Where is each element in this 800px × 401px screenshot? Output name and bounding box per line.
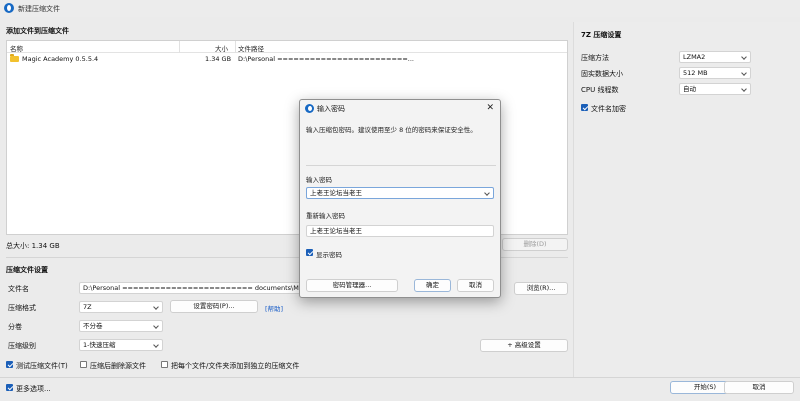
solid-size-select[interactable]: 512 MB xyxy=(679,67,751,79)
level-value: 1-快速压缩 xyxy=(83,341,116,349)
chevron-down-icon xyxy=(153,323,159,329)
password-label: 输入密码 xyxy=(306,176,332,184)
test-archive-label: 测试压缩文件(T) xyxy=(16,362,68,370)
level-label: 压缩级别 xyxy=(8,342,36,350)
more-options-checkbox[interactable] xyxy=(6,384,13,391)
encrypt-names-label: 文件名加密 xyxy=(591,105,626,113)
reenter-password-input[interactable]: 上老王论坛当老王 xyxy=(306,225,494,237)
dialog-hint: 输入压缩包密码。建议使用至少 8 位的密码来保证安全性。 xyxy=(306,126,477,134)
filename-label: 文件名 xyxy=(8,285,29,293)
advanced-settings-button[interactable]: + 高级设置 xyxy=(480,339,568,352)
solid-size-value: 512 MB xyxy=(683,69,708,77)
encrypt-names-checkbox[interactable] xyxy=(581,104,588,111)
ok-button[interactable]: 确定 xyxy=(414,279,451,292)
show-password-checkbox[interactable] xyxy=(306,249,313,256)
seven-z-title: 7Z 压缩设置 xyxy=(581,31,622,39)
separate-archives-checkbox[interactable] xyxy=(161,361,168,368)
split-label: 分卷 xyxy=(8,323,22,331)
method-label: 压缩方法 xyxy=(581,54,609,62)
column-header-path[interactable]: 文件路径 xyxy=(238,43,264,53)
settings-section-title: 压缩文件设置 xyxy=(6,266,48,274)
show-password-label: 显示密码 xyxy=(316,251,342,259)
window-title: 新建压缩文件 xyxy=(18,5,60,13)
browse-button[interactable]: 浏览(R)... xyxy=(514,282,568,295)
dialog-cancel-button[interactable]: 取消 xyxy=(457,279,494,292)
cpu-threads-select[interactable]: 自动 xyxy=(679,83,751,95)
method-value: LZMA2 xyxy=(683,53,706,61)
file-list-header: 名称 大小 文件路径 xyxy=(7,41,567,53)
solid-size-label: 固实数据大小 xyxy=(581,70,623,78)
format-value: 7Z xyxy=(83,303,92,311)
close-icon[interactable]: ✕ xyxy=(486,103,494,113)
password-input[interactable]: 上老王论坛当老王 xyxy=(306,187,494,199)
cancel-button[interactable]: 取消 xyxy=(724,381,794,394)
split-select[interactable]: 不分卷 xyxy=(79,320,163,332)
chevron-down-icon xyxy=(741,86,747,92)
cpu-threads-value: 自动 xyxy=(683,85,696,93)
test-archive-checkbox[interactable] xyxy=(6,361,13,368)
separate-archives-label: 把每个文件/文件夹添加到独立的压缩文件 xyxy=(171,362,300,370)
total-size: 总大小: 1.34 GB xyxy=(6,242,60,250)
row-name: Magic Academy 0.5.5.4 xyxy=(22,55,99,63)
format-label: 压缩格式 xyxy=(8,304,36,312)
password-manager-button[interactable]: 密码管理器... xyxy=(306,279,398,292)
app-logo-icon xyxy=(4,3,14,13)
delete-button[interactable]: 删除(D) xyxy=(502,238,568,251)
cpu-threads-label: CPU 线程数 xyxy=(581,86,619,94)
password-value: 上老王论坛当老王 xyxy=(310,189,362,197)
format-select[interactable]: 7Z xyxy=(79,301,163,313)
more-options-label: 更多选项... xyxy=(16,385,51,393)
level-select[interactable]: 1-快速压缩 xyxy=(79,339,163,351)
app-logo-icon xyxy=(305,104,314,113)
chevron-down-icon xyxy=(741,54,747,60)
folder-icon xyxy=(10,54,19,62)
password-dialog: 输入密码 ✕ 输入压缩包密码。建议使用至少 8 位的密码来保证安全性。 输入密码… xyxy=(299,99,501,298)
dialog-title-bar: 输入密码 ✕ xyxy=(300,100,500,117)
help-link[interactable]: [帮助] xyxy=(265,303,283,313)
chevron-down-icon[interactable] xyxy=(484,190,490,196)
row-path: D:\Personal ========================... xyxy=(238,55,414,63)
chevron-down-icon xyxy=(153,342,159,348)
chevron-down-icon xyxy=(741,70,747,76)
delete-after-label: 压缩后删除源文件 xyxy=(90,362,146,370)
column-header-name[interactable]: 名称 xyxy=(10,43,23,53)
set-password-button[interactable]: 设置密码(P)... xyxy=(170,300,258,313)
reenter-password-label: 重新输入密码 xyxy=(306,212,345,220)
column-header-size[interactable]: 大小 xyxy=(215,43,228,53)
filename-input[interactable]: D:\Personal ======================== doc… xyxy=(79,282,303,294)
title-bar: 新建压缩文件 xyxy=(0,0,800,17)
method-select[interactable]: LZMA2 xyxy=(679,51,751,63)
dialog-title: 输入密码 xyxy=(317,105,345,113)
table-row[interactable]: Magic Academy 0.5.5.4 1.34 GB D:\Persona… xyxy=(7,54,567,65)
split-value: 不分卷 xyxy=(83,322,103,330)
seven-z-settings-panel: 7Z 压缩设置 压缩方法 LZMA2 固实数据大小 512 MB CPU 线程数… xyxy=(573,22,800,377)
files-section-title: 添加文件到压缩文件 xyxy=(6,27,69,35)
chevron-down-icon xyxy=(153,304,159,310)
row-size: 1.34 GB xyxy=(205,55,232,63)
delete-after-checkbox[interactable] xyxy=(80,361,87,368)
